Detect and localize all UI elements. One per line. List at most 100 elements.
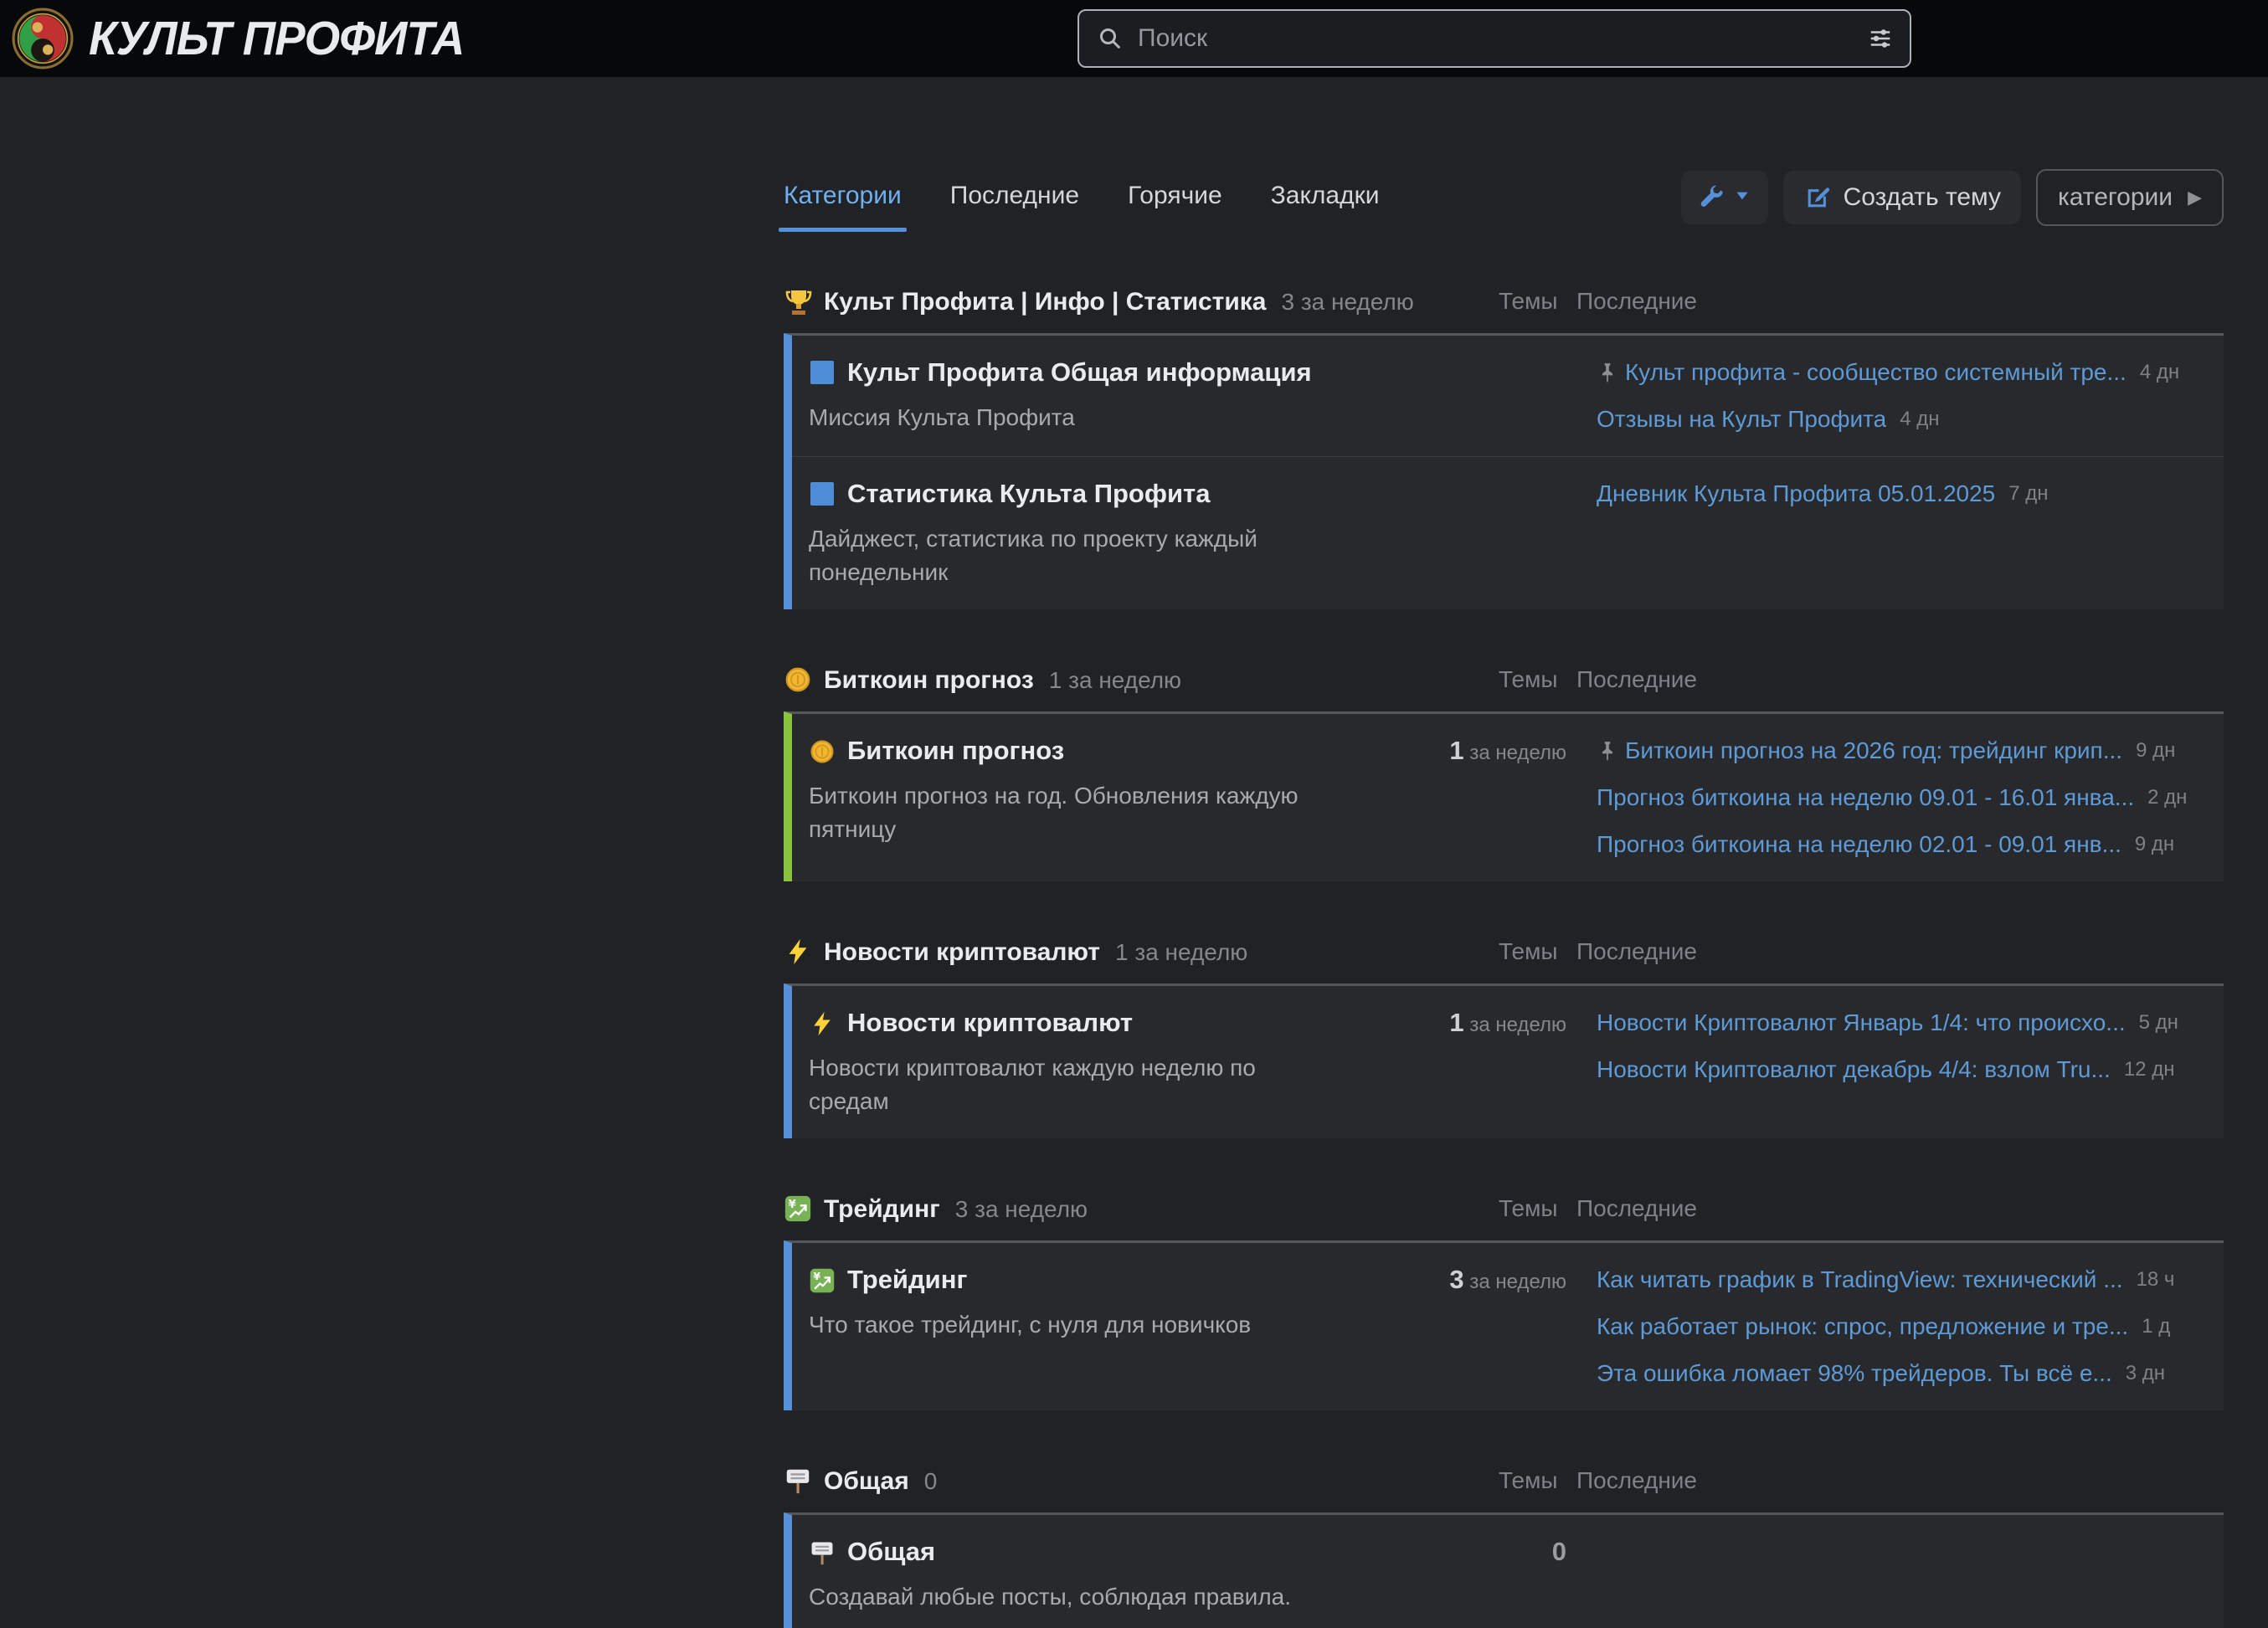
- section-title-link[interactable]: Трейдинг: [824, 1195, 940, 1224]
- blue-square-icon: [809, 359, 836, 386]
- section-title-link[interactable]: Общая: [824, 1467, 909, 1496]
- category-info: ¥ТрейдингЧто такое трейдинг, с нуля для …: [809, 1263, 1432, 1390]
- filter-sliders-icon[interactable]: [1868, 26, 1893, 51]
- chart-up-icon: ¥: [784, 1194, 814, 1225]
- category-weekly-stats: 1 за неделю: [1432, 1006, 1566, 1118]
- topic-link[interactable]: Новости Криптовалют декабрь 4/4: взлом T…: [1597, 1056, 2111, 1083]
- latest-topics-list: [1566, 1535, 2217, 1614]
- category-section: Общая 0 Темы Последние Общая Создавай любые п…: [784, 1464, 2224, 1628]
- topic-age: 5 дн: [2139, 1011, 2178, 1035]
- topic-line: Новости Криптовалют декабрь 4/4: взлом T…: [1597, 1053, 2217, 1086]
- category-name-link[interactable]: Статистика Культа Профита: [847, 479, 1210, 509]
- latest-topics-list: Новости Криптовалют Январь 1/4: что прои…: [1566, 1006, 2217, 1118]
- categories-dropdown-label: категории: [2058, 183, 2173, 212]
- main-content: Категории Последние Горячие Закладки Создат…: [784, 164, 2224, 1628]
- tab-categories[interactable]: Категории: [784, 182, 902, 213]
- category-block: ¥ТрейдингЧто такое трейдинг, с нуля для …: [784, 1240, 2224, 1410]
- topic-age: 3 дн: [2126, 1362, 2165, 1385]
- lightning-icon: [809, 1009, 836, 1036]
- topic-link[interactable]: Новости Криптовалют Январь 1/4: что прои…: [1597, 1009, 2126, 1036]
- section-title-link[interactable]: Культ Профита | Инфо | Статистика: [824, 288, 1266, 316]
- category-name-link[interactable]: Новости криптовалют: [847, 1008, 1133, 1038]
- column-header-topics: Темы: [1499, 1195, 1557, 1222]
- search-input[interactable]: [1136, 23, 1868, 54]
- category-title-line: ¥ Трейдинг: [809, 1263, 1432, 1297]
- tab-hot[interactable]: Горячие: [1128, 182, 1222, 213]
- section-weekly-count: 3 за неделю: [955, 1196, 1088, 1223]
- forum-page: КУЛЬТ ПРОФИТА Категории Последние Горячие З…: [0, 0, 2268, 1628]
- topic-line: Культ профита - сообщество системный тре…: [1597, 356, 2217, 389]
- category-title-line: Статистика Культа Профита: [809, 477, 1432, 511]
- topic-line: Прогноз биткоина на неделю 02.01 - 09.01…: [1597, 828, 2217, 861]
- new-topic-button[interactable]: Создать тему: [1783, 171, 2021, 224]
- category-section: Культ Профита | Инфо | Статистика3 за не…: [784, 285, 2224, 609]
- nav-tabs: Категории Последние Горячие Закладки: [784, 182, 1380, 213]
- new-topic-label: Создать тему: [1844, 183, 2001, 212]
- section-title-link[interactable]: Новости криптовалют: [824, 938, 1100, 967]
- weekly-topic-count: 1: [1449, 736, 1463, 765]
- column-header-topics: Темы: [1499, 1467, 1557, 1494]
- topic-link[interactable]: Эта ошибка ломает 98% трейдеров. Ты всё …: [1597, 1360, 2112, 1387]
- category-title-line: Биткоин прогноз: [809, 734, 1432, 768]
- topic-link[interactable]: Дневник Культа Профита 05.01.2025: [1597, 480, 1995, 507]
- section-header: Культ Профита | Инфо | Статистика3 за не…: [784, 285, 2224, 320]
- column-header-latest: Последние: [1576, 1195, 1697, 1222]
- latest-topics-list: Как читать график в TradingView: техниче…: [1566, 1263, 2217, 1390]
- topic-line: Эта ошибка ломает 98% трейдеров. Ты всё …: [1597, 1357, 2217, 1390]
- category-title-line: Новости криптовалют: [809, 1006, 1432, 1040]
- admin-wrench-button[interactable]: [1681, 171, 1768, 224]
- category-name-link[interactable]: Трейдинг: [847, 1265, 967, 1295]
- category-title-line: Культ Профита Общая информация: [809, 356, 1432, 389]
- category-description: Биткоин прогноз на год. Обновления кажду…: [809, 779, 1319, 846]
- section-weekly-count: 1 за неделю: [1115, 939, 1247, 966]
- category-sections: Культ Профита | Инфо | Статистика 3 за не…: [784, 285, 2224, 1628]
- tab-latest[interactable]: Последние: [950, 182, 1079, 213]
- category-weekly-stats: 1 за неделю: [1432, 734, 1566, 861]
- wrench-icon: [1698, 184, 1725, 211]
- category-name-link[interactable]: Культ Профита Общая информация: [847, 357, 1312, 388]
- tab-bookmarks[interactable]: Закладки: [1271, 182, 1380, 213]
- category-info: Биткоин прогноз Биткоин прогноз на год. О…: [809, 734, 1432, 861]
- topic-line: Новости Криптовалют Январь 1/4: что прои…: [1597, 1006, 2217, 1040]
- categories-dropdown-button[interactable]: категории ▶: [2036, 169, 2224, 226]
- topic-link[interactable]: Культ профита - сообщество системный тре…: [1625, 359, 2127, 386]
- search-bar[interactable]: [1077, 9, 1911, 68]
- category-weekly-stats: 0: [1432, 1535, 1566, 1614]
- topic-link[interactable]: Биткоин прогноз на 2026 год: трейдинг кр…: [1625, 737, 2122, 764]
- latest-topics-list: Культ профита - сообщество системный тре…: [1566, 356, 2217, 436]
- category-info: Общая Создавай любые посты, соблюдая прав…: [809, 1535, 1432, 1614]
- site-logo[interactable]: КУЛЬТ ПРОФИТА: [0, 8, 480, 69]
- category-row: Биткоин прогноз Биткоин прогноз на год. О…: [792, 714, 2224, 881]
- topic-age: 7 дн: [2008, 482, 2048, 506]
- topic-age: 9 дн: [2135, 833, 2174, 856]
- category-block: Общая Создавай любые посты, соблюдая прав…: [784, 1512, 2224, 1628]
- topic-link[interactable]: Прогноз биткоина на неделю 02.01 - 09.01…: [1597, 831, 2121, 858]
- category-block: Новости криптовалютНовости криптовалют к…: [784, 983, 2224, 1138]
- topic-line: Как читать график в TradingView: техниче…: [1597, 1263, 2217, 1297]
- category-section: Новости криптовалют1 за неделюТемыПослед…: [784, 935, 2224, 1138]
- column-header-latest: Последние: [1576, 1467, 1697, 1494]
- category-description: Создавай любые посты, соблюдая правила.: [809, 1580, 1319, 1614]
- category-row: Новости криптовалютНовости криптовалют к…: [792, 986, 2224, 1138]
- topic-age: 12 дн: [2124, 1058, 2175, 1081]
- action-buttons: Создать тему категории ▶: [1681, 169, 2224, 226]
- category-info: Культ Профита Общая информацияМиссия Кул…: [809, 356, 1432, 436]
- category-name-link[interactable]: Общая: [847, 1537, 935, 1567]
- category-block: Биткоин прогноз Биткоин прогноз на год. О…: [784, 711, 2224, 881]
- lightning-icon: [784, 937, 814, 968]
- topic-link[interactable]: Отзывы на Культ Профита: [1597, 406, 1886, 433]
- topic-link[interactable]: Как работает рынок: спрос, предложение и…: [1597, 1313, 2128, 1340]
- category-info: Новости криптовалютНовости криптовалют к…: [809, 1006, 1432, 1118]
- column-header-latest: Последние: [1576, 938, 1697, 965]
- weekly-topic-count: 0: [1552, 1537, 1566, 1566]
- topic-link[interactable]: Как читать график в TradingView: техниче…: [1597, 1266, 2123, 1293]
- chart-up-icon: ¥: [809, 1266, 836, 1293]
- topic-link[interactable]: Прогноз биткоина на неделю 09.01 - 16.01…: [1597, 784, 2134, 811]
- section-header: ¥ Трейдинг 3 за неделю Темы Последние: [784, 1192, 2224, 1227]
- column-header-topics: Темы: [1499, 666, 1557, 693]
- category-name-link[interactable]: Биткоин прогноз: [847, 736, 1064, 766]
- placard-icon: [809, 1538, 836, 1565]
- topic-line: Дневник Культа Профита 05.01.2025 7 дн: [1597, 477, 2217, 511]
- category-row: Культ Профита Общая информацияМиссия Кул…: [792, 336, 2224, 456]
- section-title-link[interactable]: Биткоин прогноз: [824, 666, 1034, 695]
